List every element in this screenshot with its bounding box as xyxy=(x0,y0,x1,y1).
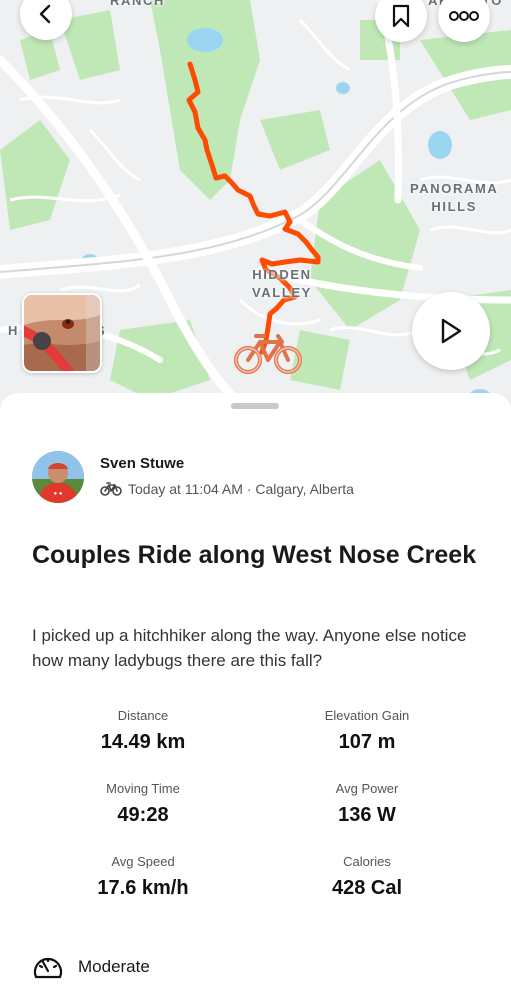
stat-label: Elevation Gain xyxy=(324,708,410,723)
perceived-effort-row[interactable]: Moderate xyxy=(32,953,150,981)
athlete-avatar[interactable]: ● ● xyxy=(32,451,84,503)
activity-description: I picked up a hitchhiker along the way. … xyxy=(32,626,467,670)
map-label-ranch: RANCH xyxy=(110,0,165,8)
bookmark-icon xyxy=(392,4,410,28)
play-flyover-button[interactable] xyxy=(412,292,490,370)
stat-label: Avg Speed xyxy=(111,854,175,869)
stat-value: 14.49 km xyxy=(100,731,186,753)
activity-photo-thumbnail[interactable] xyxy=(22,293,102,373)
stat-avg-power: Avg Power 136 W xyxy=(252,781,482,827)
bike-marker-icon xyxy=(232,328,304,376)
activity-details-sheet: ● ● Sven Stuwe Today at 11:04 AM · Calga… xyxy=(0,393,511,1000)
activity-time-location: Today at 11:04 AM · Calgary, Alberta xyxy=(128,481,354,497)
stat-value: 49:28 xyxy=(117,804,169,826)
stat-label: Avg Power xyxy=(335,781,399,796)
stat-avg-speed: Avg Speed 17.6 km/h xyxy=(28,854,258,900)
stat-distance: Distance 14.49 km xyxy=(28,708,258,754)
stat-label: Moving Time xyxy=(106,781,180,796)
more-horizontal-icon xyxy=(449,11,479,21)
svg-text:● ●: ● ● xyxy=(54,491,63,497)
bike-icon xyxy=(100,482,122,496)
stat-value: 428 Cal xyxy=(331,877,403,899)
chevron-left-icon xyxy=(39,4,51,24)
map-label-h: H xyxy=(8,323,19,338)
gauge-icon xyxy=(33,957,63,979)
sheet-drag-handle[interactable] xyxy=(231,403,279,409)
activity-title: Couples Ride along West Nose Creek xyxy=(32,541,477,569)
stat-label: Calories xyxy=(343,854,391,869)
stat-value: 107 m xyxy=(338,731,396,753)
stat-calories: Calories 428 Cal xyxy=(252,854,482,900)
route-map[interactable]: RANCH AR TO PANORAMA HILLS HIDDEN VALLEY… xyxy=(0,0,511,410)
athlete-name[interactable]: Sven Stuwe xyxy=(100,455,184,472)
stat-elevation-gain: Elevation Gain 107 m xyxy=(252,708,482,754)
map-label-hidden-valley: HIDDEN VALLEY xyxy=(252,267,312,300)
stat-value: 17.6 km/h xyxy=(97,877,189,899)
stat-moving-time: Moving Time 49:28 xyxy=(28,781,258,827)
stat-label: Distance xyxy=(117,708,169,723)
map-label-panorama-hills: PANORAMA HILLS xyxy=(410,181,499,214)
effort-label: Moderate xyxy=(78,957,150,976)
stat-value: 136 W xyxy=(338,804,396,826)
ladybug-photo xyxy=(24,295,100,371)
activity-meta: Today at 11:04 AM · Calgary, Alberta xyxy=(100,481,354,497)
play-icon xyxy=(441,318,462,344)
